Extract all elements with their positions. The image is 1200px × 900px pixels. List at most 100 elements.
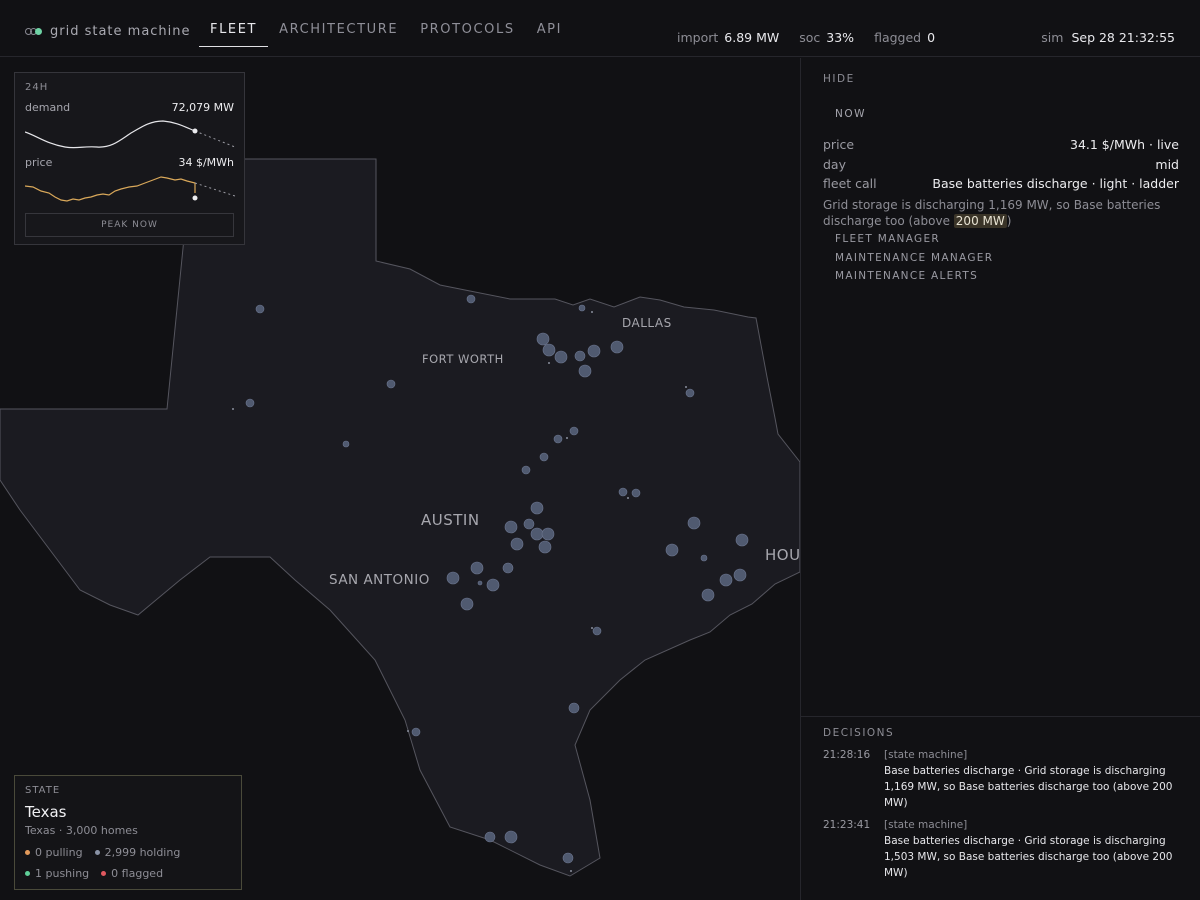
home-cluster-marker[interactable] [342,440,350,448]
home-cluster-marker[interactable] [477,580,483,586]
home-cluster-marker[interactable] [566,437,568,439]
tab-api[interactable]: API [526,0,573,47]
home-cluster-marker[interactable] [504,830,518,844]
home-cluster-marker[interactable] [733,568,747,582]
home-cluster-marker[interactable] [536,332,550,346]
legend-pulling-label: 0 pulling [35,846,83,859]
hide-panel-button[interactable]: HIDE [823,73,855,85]
maintenance-alerts-link[interactable]: MAINTENANCE ALERTS [835,270,978,282]
home-cluster-marker[interactable] [521,465,531,475]
home-cluster-marker[interactable] [685,386,687,388]
now-section-label: NOW [835,108,867,120]
home-cluster-marker[interactable] [631,488,641,498]
stat-flagged-label: flagged [874,30,922,45]
demand-label: demand [25,101,71,114]
home-cluster-marker[interactable] [386,379,396,389]
tab-architecture[interactable]: ARCHITECTURE [268,0,409,47]
app-logo[interactable]: grid state machine [25,24,191,39]
home-cluster-marker[interactable] [504,520,518,534]
home-cluster-marker[interactable] [570,870,572,872]
decision-message: Base batteries discharge · Grid storage … [884,835,1173,879]
home-cluster-marker[interactable] [578,304,586,312]
home-cluster-marker[interactable] [700,554,708,562]
home-cluster-marker[interactable] [407,730,409,732]
home-cluster-marker[interactable] [411,727,421,737]
home-cluster-marker[interactable] [523,518,535,530]
home-cluster-marker[interactable] [568,702,580,714]
city-label-fort-worth: FORT WORTH [422,352,504,366]
home-cluster-marker[interactable] [618,487,628,497]
home-cluster-marker[interactable] [538,540,552,554]
home-cluster-marker[interactable] [486,578,500,592]
legend-pulling: 0 pulling [25,846,83,859]
stat-flagged-value: 0 [927,30,936,45]
sim-label: sim [1041,30,1064,45]
threshold-highlight: 200 MW [953,214,1007,228]
peak-now-button[interactable]: PEAK NOW [25,213,234,237]
price-now-marker [192,195,198,201]
24h-header: 24H [25,82,49,93]
main-nav: FLEET ARCHITECTURE PROTOCOLS API [199,0,573,57]
home-cluster-marker[interactable] [446,571,460,585]
home-cluster-marker[interactable] [719,573,733,587]
home-cluster-marker[interactable] [578,364,592,378]
home-cluster-marker[interactable] [255,304,265,314]
demand-forecast [194,130,236,148]
home-cluster-marker[interactable] [610,340,624,354]
home-cluster-marker[interactable] [548,362,550,364]
home-cluster-marker[interactable] [542,343,556,357]
demand-now-marker [192,128,198,134]
home-cluster-marker[interactable] [510,537,524,551]
home-cluster-marker[interactable] [502,562,514,574]
home-cluster-marker[interactable] [554,350,568,364]
home-cluster-marker[interactable] [592,626,602,636]
row-price-value: 34.1 $/MWh · live [1070,137,1179,152]
home-cluster-marker[interactable] [541,527,555,541]
home-cluster-marker[interactable] [587,344,601,358]
home-cluster-marker[interactable] [574,350,586,362]
legend-flagged: 0 flagged [101,867,163,880]
home-cluster-marker[interactable] [530,501,544,515]
24h-panel: 24H demand 72,079 MW price 34 $/MWh PEAK… [14,72,245,245]
stat-import: import 6.89 MW [677,30,779,45]
tab-fleet[interactable]: FLEET [199,0,269,47]
decision-source: [state machine] [884,819,968,831]
home-cluster-marker[interactable] [687,516,701,530]
detail-panel: HIDE NOW price 34.1 $/MWh · live day mid… [800,58,1200,900]
tab-protocols[interactable]: PROTOCOLS [409,0,525,47]
home-cluster-marker[interactable] [591,311,593,313]
legend-pushing-label: 1 pushing [35,867,90,880]
state-subtitle: Texas · 3,000 homes [25,824,138,837]
home-cluster-marker[interactable] [701,588,715,602]
home-cluster-marker[interactable] [569,426,579,436]
home-cluster-marker[interactable] [735,533,749,547]
price-line [25,176,196,202]
stat-import-value: 6.89 MW [724,30,780,45]
home-cluster-marker[interactable] [460,597,474,611]
home-cluster-marker[interactable] [539,452,549,462]
home-cluster-marker[interactable] [562,852,574,864]
app-title: grid state machine [50,24,191,39]
home-cluster-marker[interactable] [530,527,544,541]
home-cluster-marker[interactable] [466,294,476,304]
home-cluster-marker[interactable] [232,408,234,410]
home-cluster-marker[interactable] [591,627,593,629]
home-cluster-marker[interactable] [553,434,563,444]
state-header: STATE [25,785,61,796]
decisions-log: DECISIONS 21:28:16 [state machine] Base … [801,716,1200,900]
explanation-end: ) [1006,214,1012,228]
home-cluster-marker[interactable] [470,561,484,575]
home-cluster-marker[interactable] [627,497,629,499]
stat-flagged: flagged 0 [874,30,935,45]
home-cluster-marker[interactable] [685,388,695,398]
maintenance-manager-link[interactable]: MAINTENANCE MANAGER [835,252,993,264]
sim-clock: sim Sep 28 21:32:55 [1041,30,1175,45]
texas-outline [0,158,800,877]
state-legend-row-1: 0 pulling 2,999 holding [25,846,192,859]
home-cluster-marker[interactable] [484,831,496,843]
row-day: day mid [823,157,1179,172]
decision-time: 21:23:41 [823,819,871,831]
home-cluster-marker[interactable] [665,543,679,557]
home-cluster-marker[interactable] [245,398,255,408]
fleet-manager-link[interactable]: FLEET MANAGER [835,233,940,245]
